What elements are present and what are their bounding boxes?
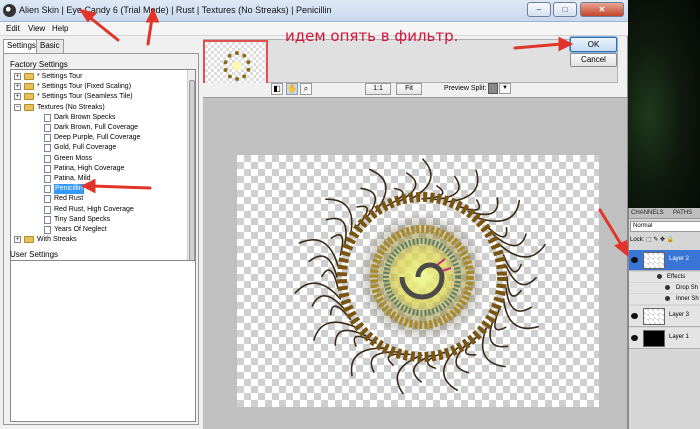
arrow-head xyxy=(80,178,96,194)
arrow-to-ok xyxy=(513,42,564,50)
arrow-to-penicillin xyxy=(90,184,152,190)
arrow-to-layer xyxy=(598,208,624,248)
arrow-to-title xyxy=(86,14,120,42)
annotation-arrows xyxy=(78,7,629,258)
arrow-head xyxy=(614,239,629,258)
arrow-head xyxy=(558,36,574,52)
arrow-head xyxy=(145,7,160,23)
